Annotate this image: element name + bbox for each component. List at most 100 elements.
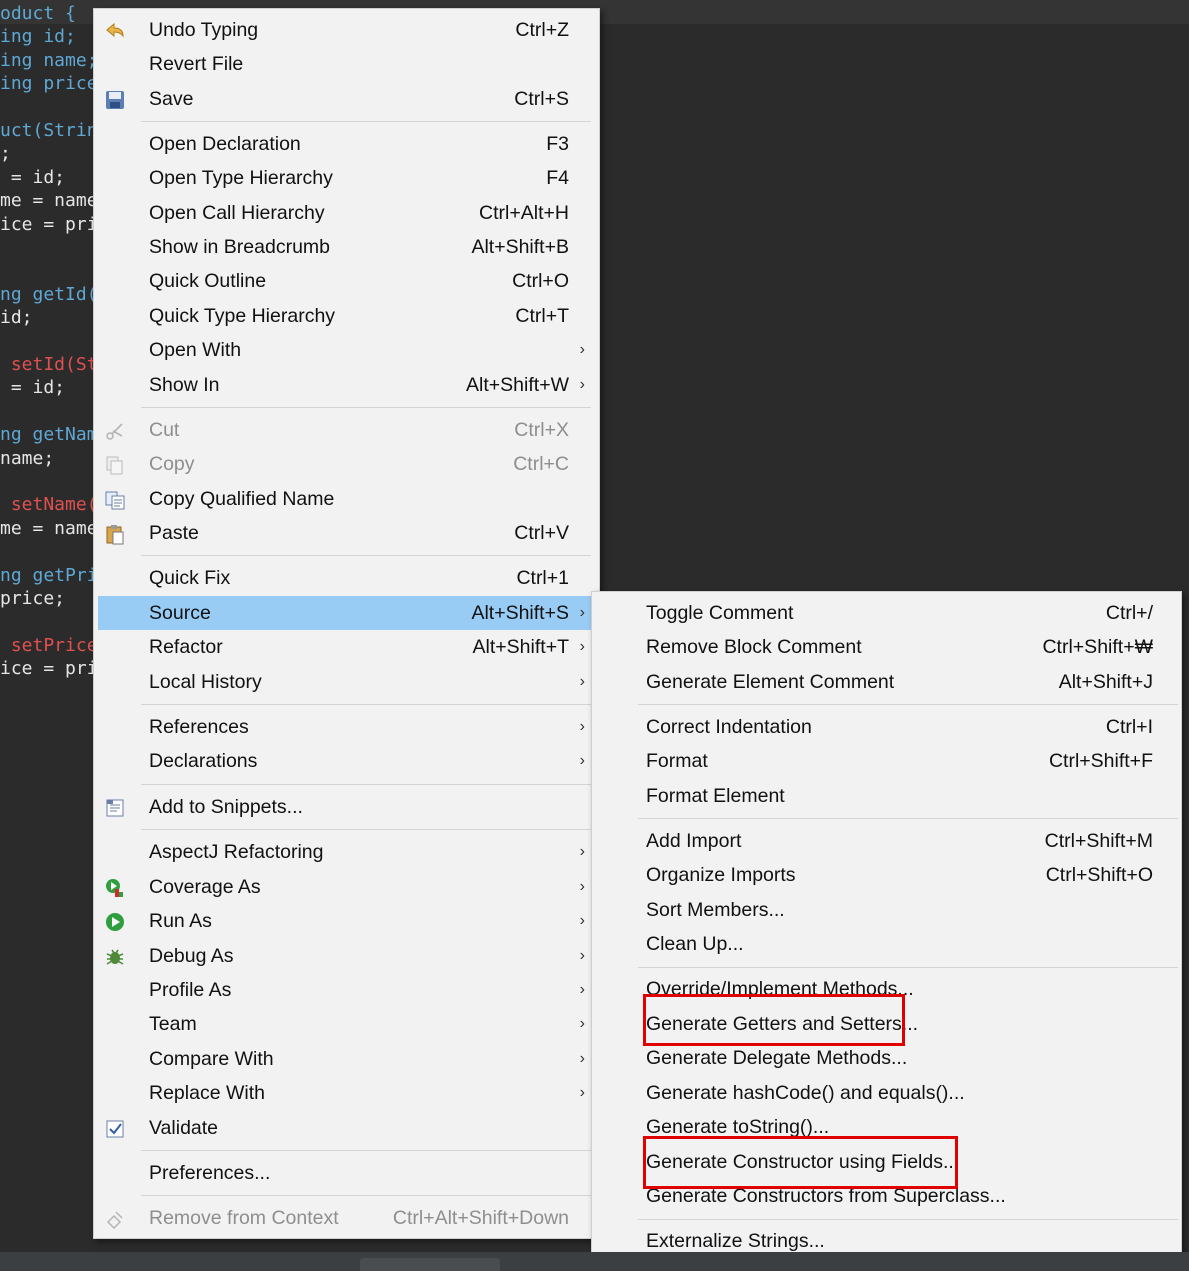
submenu-item-remove-block-comment[interactable]: Remove Block Comment Ctrl+Shift+₩ xyxy=(596,630,1179,664)
code-line-text: setName( xyxy=(0,494,98,516)
code-line-text: = id; xyxy=(0,377,66,399)
code-line[interactable]: ing id; xyxy=(0,25,100,49)
submenu-item-toggle-comment[interactable]: Toggle Comment Ctrl+/ xyxy=(596,596,1179,630)
menu-item-paste[interactable]: Paste Ctrl+V xyxy=(98,516,591,550)
code-line[interactable] xyxy=(0,236,100,260)
submenu-item-generate-hashcode-equals[interactable]: Generate hashCode() and equals()... xyxy=(596,1076,1179,1110)
code-line[interactable]: price; xyxy=(0,587,100,611)
code-line[interactable] xyxy=(0,259,100,283)
menu-item-replace-with[interactable]: Replace With › xyxy=(98,1076,591,1110)
code-line[interactable] xyxy=(0,470,100,494)
code-line[interactable]: ing price xyxy=(0,72,100,96)
submenu-item-format-element[interactable]: Format Element xyxy=(596,779,1179,813)
menu-item-open-with[interactable]: Open With › xyxy=(98,333,591,367)
submenu-item-clean-up[interactable]: Clean Up... xyxy=(596,927,1179,961)
chevron-right-icon: › xyxy=(579,947,585,964)
code-line-text: = id; xyxy=(0,166,66,188)
submenu-item-generate-element-comment[interactable]: Generate Element Comment Alt+Shift+J xyxy=(596,665,1179,699)
menu-item-run-as[interactable]: Run As › xyxy=(98,904,591,938)
menu-item-revert-file[interactable]: Revert File xyxy=(98,47,591,81)
menu-item-source[interactable]: Source Alt+Shift+S › xyxy=(98,596,591,630)
code-line-text: name; xyxy=(0,447,55,469)
chevron-right-icon: › xyxy=(579,376,585,393)
code-line[interactable] xyxy=(0,400,100,424)
menu-item-add-to-snippets[interactable]: Add to Snippets... xyxy=(98,790,591,824)
code-line[interactable]: = id; xyxy=(0,376,100,400)
save-icon xyxy=(104,88,126,110)
menu-item-profile-as[interactable]: Profile As › xyxy=(98,973,591,1007)
menu-item-team[interactable]: Team › xyxy=(98,1007,591,1041)
code-line[interactable]: ing name; xyxy=(0,49,100,73)
menu-item-remove-from-context[interactable]: Remove from Context Ctrl+Alt+Shift+Down xyxy=(98,1201,591,1235)
code-line[interactable] xyxy=(0,96,100,120)
menu-item-quick-type-hierarchy[interactable]: Quick Type Hierarchy Ctrl+T xyxy=(98,299,591,333)
code-line[interactable]: ; xyxy=(0,142,100,166)
menu-item-references[interactable]: References › xyxy=(98,710,591,744)
submenu-item-generate-delegate-methods[interactable]: Generate Delegate Methods... xyxy=(596,1041,1179,1075)
code-line[interactable]: ice = pri xyxy=(0,657,100,681)
highlight-box-getters-setters xyxy=(643,994,905,1046)
menu-item-preferences[interactable]: Preferences... xyxy=(98,1156,591,1190)
menu-item-quick-outline[interactable]: Quick Outline Ctrl+O xyxy=(98,264,591,298)
menu-item-copy-qualified-name[interactable]: Copy Qualified Name xyxy=(98,482,591,516)
code-line[interactable]: setName( xyxy=(0,493,100,517)
chevron-right-icon: › xyxy=(579,843,585,860)
code-line-text: ng getId( xyxy=(0,283,98,305)
code-line[interactable] xyxy=(0,610,100,634)
menu-item-compare-with[interactable]: Compare With › xyxy=(98,1042,591,1076)
menu-item-cut[interactable]: Cut Ctrl+X xyxy=(98,413,591,447)
menu-item-copy[interactable]: Copy Ctrl+C xyxy=(98,447,591,481)
code-line[interactable]: = id; xyxy=(0,166,100,190)
code-line-text: ice = pri xyxy=(0,658,98,680)
menu-separator xyxy=(638,967,1178,968)
code-line[interactable]: ng getPri xyxy=(0,564,100,588)
code-line-text: id; xyxy=(0,307,33,329)
menu-item-open-declaration[interactable]: Open Declaration F3 xyxy=(98,127,591,161)
code-line[interactable]: setId(St xyxy=(0,353,100,377)
menu-item-local-history[interactable]: Local History › xyxy=(98,665,591,699)
menu-item-show-in[interactable]: Show In Alt+Shift+W › xyxy=(98,368,591,402)
menu-item-save[interactable]: Save Ctrl+S xyxy=(98,82,591,116)
menu-item-debug-as[interactable]: Debug As › xyxy=(98,939,591,973)
submenu-item-correct-indentation[interactable]: Correct Indentation Ctrl+I xyxy=(596,710,1179,744)
editor-context-menu: Undo Typing Ctrl+Z Revert File Save Ctrl… xyxy=(93,8,600,1239)
code-line[interactable]: id; xyxy=(0,306,100,330)
code-line[interactable]: me = name xyxy=(0,189,100,213)
submenu-item-format[interactable]: Format Ctrl+Shift+F xyxy=(596,744,1179,778)
menu-item-aspectj-refactoring[interactable]: AspectJ Refactoring › xyxy=(98,835,591,869)
code-line[interactable]: uct(Strin xyxy=(0,119,100,143)
cut-icon xyxy=(104,419,126,441)
code-line[interactable] xyxy=(0,330,100,354)
paste-icon xyxy=(104,522,126,545)
menu-item-quick-fix[interactable]: Quick Fix Ctrl+1 xyxy=(98,561,591,595)
code-line-text: ; xyxy=(0,143,11,165)
code-line[interactable]: ng getNam xyxy=(0,423,100,447)
code-line[interactable]: ng getId( xyxy=(0,283,100,307)
debug-bug-icon xyxy=(104,945,126,967)
menu-separator xyxy=(141,121,591,122)
code-line[interactable]: setPrice xyxy=(0,634,100,658)
menu-item-show-in-breadcrumb[interactable]: Show in Breadcrumb Alt+Shift+B xyxy=(98,230,591,264)
chevron-right-icon: › xyxy=(579,1050,585,1067)
menu-separator xyxy=(141,555,591,556)
menu-item-undo-typing[interactable]: Undo Typing Ctrl+Z xyxy=(98,13,591,47)
submenu-item-organize-imports[interactable]: Organize Imports Ctrl+Shift+O xyxy=(596,858,1179,892)
menu-separator xyxy=(638,818,1178,819)
menu-item-open-type-hierarchy[interactable]: Open Type Hierarchy F4 xyxy=(98,161,591,195)
menu-separator xyxy=(141,829,591,830)
code-line[interactable]: oduct { xyxy=(0,2,100,26)
code-line[interactable]: me = name xyxy=(0,517,100,541)
menu-item-declarations[interactable]: Declarations › xyxy=(98,744,591,778)
code-line[interactable]: name; xyxy=(0,447,100,471)
menu-item-validate[interactable]: Validate xyxy=(98,1111,591,1145)
menu-item-coverage-as[interactable]: Coverage As › xyxy=(98,870,591,904)
submenu-item-add-import[interactable]: Add Import Ctrl+Shift+M xyxy=(596,824,1179,858)
chevron-right-icon: › xyxy=(579,718,585,735)
chevron-right-icon: › xyxy=(579,604,585,621)
menu-item-refactor[interactable]: Refactor Alt+Shift+T › xyxy=(98,630,591,664)
code-line[interactable] xyxy=(0,540,100,564)
status-bar-tab xyxy=(360,1258,500,1271)
submenu-item-sort-members[interactable]: Sort Members... xyxy=(596,893,1179,927)
code-line[interactable]: ice = pri xyxy=(0,213,100,237)
menu-item-open-call-hierarchy[interactable]: Open Call Hierarchy Ctrl+Alt+H xyxy=(98,196,591,230)
